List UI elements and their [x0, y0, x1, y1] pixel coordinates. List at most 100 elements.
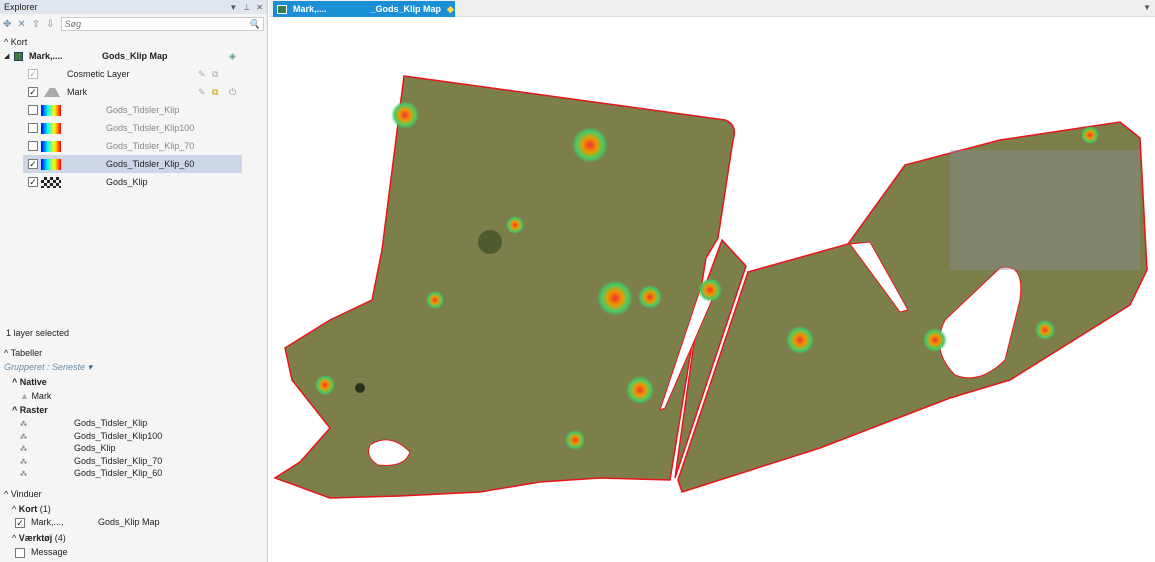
- raster-icon: ⁂: [20, 446, 27, 453]
- close-icon[interactable]: ✕: [256, 3, 263, 12]
- modified-icon: ◆: [447, 3, 454, 14]
- native-label: Native: [19, 377, 47, 387]
- map-tab[interactable]: Mark,.... _Gods_Klip Map ◆: [273, 1, 455, 17]
- power-icon[interactable]: ⏻: [229, 87, 236, 98]
- layer-row[interactable]: Gods_Tidsler_Klip100: [0, 119, 242, 137]
- map-icon: [277, 4, 287, 14]
- vaerktoj-header[interactable]: ^ Værktøj (4): [12, 533, 66, 543]
- raster-item-label: Gods_Tidsler_Klip_70: [74, 455, 163, 466]
- dropdown-icon[interactable]: ▼: [229, 3, 237, 12]
- raster-item[interactable]: ⁂ Gods_Tidsler_Klip_70: [20, 456, 220, 469]
- tab-title: _Gods_Klip Map: [370, 4, 442, 14]
- native-item[interactable]: ▲ Mark: [20, 391, 51, 401]
- delete-icon[interactable]: ✕: [17, 19, 25, 30]
- raster-header[interactable]: ^ Raster: [12, 405, 48, 415]
- layer-label: Gods_Tidsler_Klip100: [106, 123, 195, 133]
- vaerktoj-label: Værktøj: [18, 533, 53, 543]
- raster-item[interactable]: ⁂ Gods_Tidsler_Klip_60: [20, 468, 220, 481]
- explorer-title: Explorer: [4, 2, 38, 12]
- search-icon[interactable]: 🔍: [249, 19, 260, 30]
- kort-label: Kort: [10, 37, 28, 47]
- window-title: Gods_Klip Map: [98, 517, 160, 527]
- move-up-icon[interactable]: ⇧: [32, 19, 40, 30]
- layer-checkbox[interactable]: [28, 123, 38, 133]
- cloud-shadow: [950, 150, 1140, 270]
- select-icon[interactable]: ⧉: [212, 87, 218, 98]
- area-icon: [44, 88, 60, 97]
- layer-label: Cosmetic Layer: [67, 69, 130, 79]
- kort-window-item[interactable]: ✓ Mark,..., Gods_Klip Map: [15, 517, 255, 529]
- kort-section-header[interactable]: ^ Kort: [4, 37, 27, 47]
- window-name: Mark,...,: [31, 517, 64, 527]
- map-canvas[interactable]: [270, 18, 1155, 562]
- grouping-label: Grupperet : Seneste: [4, 362, 86, 372]
- layer-checkbox[interactable]: [28, 141, 38, 151]
- move-down-icon[interactable]: ⇩: [46, 19, 54, 30]
- layer-checkbox[interactable]: ✓: [28, 159, 38, 169]
- layer-checkbox[interactable]: ✓: [28, 69, 38, 79]
- kort-window-header[interactable]: ^ Kort (1): [12, 504, 51, 514]
- area-icon: ▲: [20, 391, 29, 401]
- explorer-titlebar: Explorer ▼ ⊥ ✕: [0, 0, 267, 14]
- raster-icon: ⁂: [20, 433, 27, 441]
- expand-icon[interactable]: ◢: [4, 52, 9, 60]
- map-title: Gods_Klip Map: [102, 51, 168, 61]
- map-name: Mark,....: [29, 51, 63, 61]
- gradient-icon: [41, 140, 61, 152]
- window-checkbox[interactable]: ✓: [15, 518, 25, 528]
- raster-item[interactable]: ⁂ Gods_Tidsler_Klip: [20, 418, 220, 431]
- layer-label: Gods_Klip: [106, 177, 148, 187]
- image-icon: [41, 176, 61, 188]
- raster-item-label: Gods_Tidsler_Klip: [74, 418, 148, 428]
- vinduer-header[interactable]: ^ Vinduer: [4, 489, 42, 499]
- kort-window-label: Kort: [18, 504, 38, 514]
- layer-label: Mark: [67, 87, 87, 97]
- map-layer-icon[interactable]: ◈: [229, 51, 236, 62]
- tabeller-header[interactable]: ^ Tabeller: [4, 348, 42, 358]
- edit-icon[interactable]: ✎: [198, 87, 206, 98]
- grouping-dropdown[interactable]: Grupperet : Seneste ▾: [4, 362, 92, 373]
- native-header[interactable]: ^ Native: [12, 377, 47, 387]
- map-icon: [14, 51, 23, 61]
- explorer-toolbar: ✥ ✕ ⇧ ⇩ 🔍: [0, 14, 267, 34]
- raster-icon: ⁂: [20, 471, 27, 478]
- status-text: 1 layer selected: [6, 328, 70, 338]
- layer-row[interactable]: Gods_Tidsler_Klip_70: [0, 137, 242, 155]
- layer-label: Gods_Tidsler_Klip_70: [106, 141, 195, 151]
- pin-icon[interactable]: ⊥: [243, 3, 250, 12]
- tab-list-dropdown-icon[interactable]: ▼: [1143, 3, 1151, 12]
- kort-count: (1): [39, 504, 51, 514]
- layer-cosmetic[interactable]: ✓ Cosmetic Layer ✎ ⧉: [0, 65, 242, 83]
- message-item[interactable]: Message: [15, 547, 215, 559]
- layer-label: Gods_Tidsler_Klip: [106, 105, 180, 115]
- layer-mark[interactable]: ✓ Mark ✎ ⧉ ⏻: [0, 83, 242, 101]
- search-input[interactable]: [64, 19, 249, 29]
- layer-row[interactable]: ✓ Gods_Klip: [0, 173, 242, 191]
- document-tabbar: Mark,.... _Gods_Klip Map ◆ ▼: [269, 0, 1155, 17]
- message-checkbox[interactable]: [15, 548, 25, 558]
- layer-row[interactable]: Gods_Tidsler_Klip: [0, 101, 242, 119]
- select-icon[interactable]: ⧉: [212, 69, 218, 80]
- tabeller-label: Tabeller: [10, 348, 43, 358]
- tree: [355, 383, 365, 393]
- gradient-icon: [41, 104, 61, 116]
- raster-item[interactable]: ⁂ Gods_Tidsler_Klip100: [20, 431, 220, 444]
- layer-row-selected[interactable]: ✓ Gods_Tidsler_Klip_60: [23, 155, 242, 173]
- native-item-label: Mark: [31, 391, 52, 401]
- raster-item-label: Gods_Tidsler_Klip_60: [74, 468, 163, 478]
- vaerktoj-count: (4): [54, 533, 66, 543]
- add-icon[interactable]: ✥: [3, 19, 11, 30]
- layer-checkbox[interactable]: [28, 105, 38, 115]
- edit-icon[interactable]: ✎: [198, 69, 206, 80]
- vinduer-label: Vinduer: [10, 489, 42, 499]
- raster-item[interactable]: ⁂ Gods_Klip: [20, 443, 220, 456]
- layer-label: Gods_Tidsler_Klip_60: [106, 159, 195, 169]
- layer-checkbox[interactable]: ✓: [28, 177, 38, 187]
- map-item[interactable]: ◢ Mark,.... Gods_Klip Map ◈: [0, 47, 242, 65]
- raster-label: Raster: [19, 405, 48, 415]
- layer-checkbox[interactable]: ✓: [28, 87, 38, 97]
- tab-name: Mark,....: [293, 4, 327, 14]
- search-box[interactable]: 🔍: [60, 17, 264, 31]
- explorer-panel: Explorer ▼ ⊥ ✕ ✥ ✕ ⇧ ⇩ 🔍 ^ Kort ◢ Mark,.…: [0, 0, 268, 562]
- message-label: Message: [31, 547, 68, 557]
